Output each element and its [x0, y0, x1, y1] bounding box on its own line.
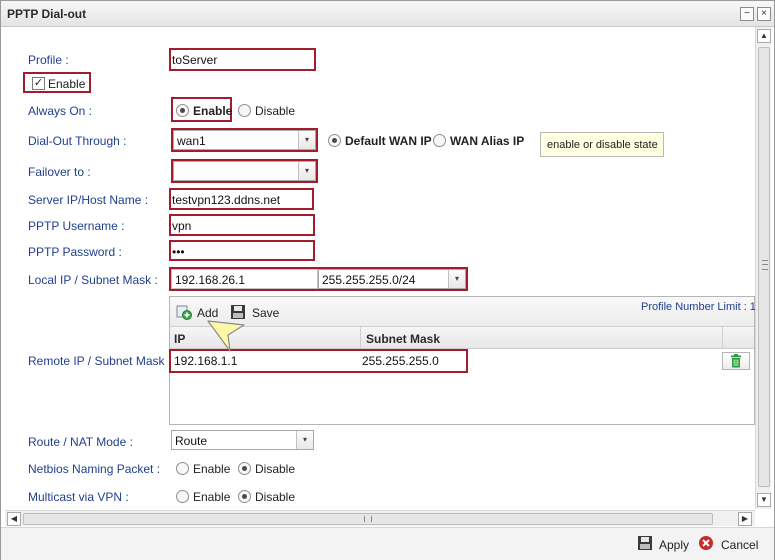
always-on-enable-label: Enable [193, 104, 233, 118]
local-ip-input[interactable]: 192.168.26.1 [171, 269, 318, 289]
cancel-icon [699, 536, 713, 550]
pptp-username-label: PPTP Username : [28, 219, 125, 233]
route-nat-mode-value: Route [175, 434, 208, 448]
profile-input[interactable]: toServer [169, 48, 316, 71]
always-on-disable-radio[interactable] [238, 104, 251, 117]
default-wan-ip-radio[interactable] [328, 134, 341, 147]
server-host-label: Server IP/Host Name : [28, 193, 149, 207]
local-ip-value: 192.168.26.1 [175, 273, 246, 287]
save-icon [231, 305, 245, 319]
profile-value: toServer [172, 53, 218, 67]
remote-ip-label: Remote IP / Subnet Mask : [28, 354, 172, 368]
multicast-disable-radio[interactable] [238, 490, 251, 503]
arrow-up-icon: ▲ [760, 31, 768, 40]
always-on-enable-radio[interactable] [176, 104, 189, 117]
netbios-enable-label: Enable [193, 462, 231, 476]
enable-checkbox[interactable]: ✓ [32, 77, 45, 90]
chevron-down-icon: ▾ [448, 270, 465, 288]
arrow-right-icon: ▶ [741, 514, 749, 523]
grip-icon [762, 260, 768, 270]
dial-out-through-value: wan1 [177, 134, 206, 148]
add-label: Add [197, 306, 219, 320]
save-icon [638, 536, 652, 550]
always-on-label: Always On : [28, 104, 93, 118]
pptp-password-label: PPTP Password : [28, 245, 122, 259]
form-area: Profile : toServer ✓ Enable Always On : … [5, 27, 755, 509]
netbios-disable-label: Disable [255, 462, 296, 476]
scroll-down-button[interactable]: ▼ [757, 493, 771, 507]
scroll-right-button[interactable]: ▶ [738, 512, 752, 526]
close-button[interactable]: × [757, 7, 771, 21]
dial-out-through-select[interactable]: wan1 ▾ [173, 130, 316, 150]
grid-header: IP Subnet Mask [170, 327, 754, 349]
title-bar: PPTP Dial-out − × [1, 1, 774, 27]
cancel-label: Cancel [721, 538, 759, 552]
wan-alias-ip-label: WAN Alias IP [450, 134, 525, 148]
trash-icon [731, 354, 741, 368]
vertical-scroll-thumb[interactable] [758, 47, 770, 487]
save-label: Save [252, 306, 280, 320]
scroll-up-button[interactable]: ▲ [757, 29, 771, 43]
failover-to-select[interactable]: ▾ [173, 161, 316, 181]
column-divider [360, 327, 361, 349]
column-header-ip: IP [174, 332, 186, 346]
dialog-footer: Apply Cancel [1, 527, 774, 560]
wan-alias-ip-radio[interactable] [433, 134, 446, 147]
multicast-enable-label: Enable [193, 490, 231, 504]
callout-arrow-icon [207, 320, 245, 352]
apply-button[interactable]: Apply [637, 533, 693, 555]
route-nat-mode-select[interactable]: Route ▾ [171, 430, 314, 450]
local-subnet-select[interactable]: 255.255.255.0/24 ▾ [318, 269, 466, 289]
add-icon [176, 305, 192, 320]
window-title: PPTP Dial-out [7, 7, 87, 21]
arrow-left-icon: ◀ [10, 514, 18, 523]
multicast-disable-label: Disable [255, 490, 296, 504]
netbios-disable-radio[interactable] [238, 462, 251, 475]
local-subnet-value: 255.255.255.0/24 [322, 273, 416, 287]
minimize-icon: − [744, 8, 750, 19]
horizontal-scrollbar[interactable]: ◀ ▶ [5, 510, 755, 526]
pptp-password-input[interactable]: ••• [169, 240, 315, 261]
profile-number-limit: Profile Number Limit : 1 [641, 301, 756, 313]
pptp-password-value: ••• [172, 245, 185, 259]
column-header-subnet-mask: Subnet Mask [366, 332, 441, 346]
cancel-button[interactable]: Cancel [698, 533, 760, 555]
pptp-dialout-window: PPTP Dial-out − × Profile : toServer ✓ E… [0, 0, 775, 560]
always-on-disable-label: Disable [255, 104, 296, 118]
arrow-down-icon: ▼ [760, 495, 768, 504]
pptp-username-input[interactable]: vpn [169, 214, 315, 236]
server-host-value: testvpn123.ddns.net [172, 193, 281, 207]
server-host-input[interactable]: testvpn123.ddns.net [169, 188, 314, 210]
chevron-down-icon: ▾ [298, 162, 315, 180]
local-ip-label: Local IP / Subnet Mask : [28, 273, 158, 287]
multicast-enable-radio[interactable] [176, 490, 189, 503]
multicast-label: Multicast via VPN : [28, 490, 129, 504]
scroll-left-button[interactable]: ◀ [7, 512, 21, 526]
route-nat-mode-label: Route / NAT Mode : [28, 435, 133, 449]
chevron-down-icon: ▾ [296, 431, 313, 449]
grid-toolbar: Add Save Profile Number Limit : 1 [170, 297, 756, 327]
close-icon: × [761, 8, 767, 19]
dial-out-through-label: Dial-Out Through : [28, 134, 127, 148]
horizontal-scroll-thumb[interactable] [23, 513, 713, 525]
pptp-username-value: vpn [172, 219, 192, 233]
netbios-label: Netbios Naming Packet : [28, 462, 161, 476]
check-icon: ✓ [33, 77, 44, 89]
minimize-button[interactable]: − [740, 7, 754, 21]
failover-to-label: Failover to : [28, 165, 91, 179]
grip-icon [364, 516, 372, 522]
apply-label: Apply [659, 538, 690, 552]
chevron-down-icon: ▾ [298, 131, 315, 149]
netbios-enable-radio[interactable] [176, 462, 189, 475]
enable-checkbox-label: Enable [48, 77, 86, 91]
tooltip: enable or disable state [540, 132, 664, 157]
profile-label: Profile : [28, 53, 69, 67]
vertical-scrollbar[interactable]: ▲ ▼ [755, 27, 771, 509]
delete-row-button[interactable] [722, 352, 750, 370]
column-divider [722, 327, 723, 349]
default-wan-ip-label: Default WAN IP [345, 134, 432, 148]
